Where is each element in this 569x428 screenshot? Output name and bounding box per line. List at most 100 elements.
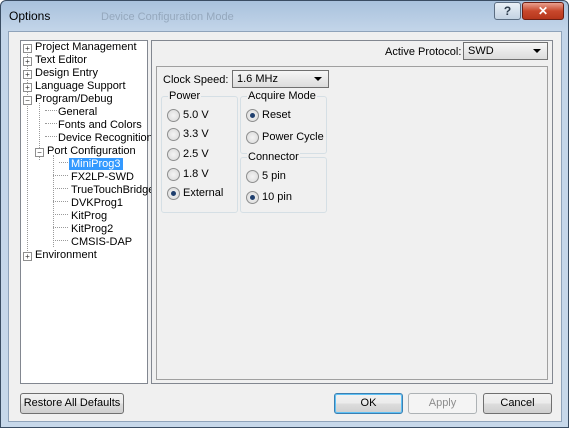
acquire-mode-group: Acquire Mode Reset Power Cycle [240,90,327,154]
connector-title: Connector [247,151,300,163]
radio-icon [246,170,259,183]
options-tree[interactable]: + Project Management + Text Editor + Des… [20,40,154,384]
window-title: Options [9,9,51,23]
help-icon: ? [503,4,512,18]
active-protocol-label: Active Protocol: [385,46,462,58]
dialog-client-area: + Project Management + Text Editor + Des… [8,31,562,422]
tree-item-label: DVKProg1 [71,197,123,209]
apply-button[interactable]: Apply [408,393,477,414]
chevron-down-icon [533,49,541,53]
radio-selected-icon [246,109,259,122]
tree-line [53,227,68,228]
tree-item-fx2lp-swd[interactable]: FX2LP-SWD [71,171,134,184]
restore-all-defaults-button[interactable]: Restore All Defaults [20,393,124,414]
tree-line [45,110,57,111]
tree-item-label: Environment [35,249,97,261]
tree-line [27,51,28,251]
radio-icon [167,128,180,141]
tree-item-label: Project Management [35,41,137,53]
clock-speed-value: 1.6 MHz [237,73,278,85]
tree-line [45,136,57,137]
cancel-button[interactable]: Cancel [483,393,552,414]
tree-line [53,188,68,189]
close-button[interactable]: ✕ [522,2,564,20]
expand-icon[interactable]: + [23,252,32,261]
tree-item-device-recognition[interactable]: Device Recognition [58,132,153,145]
radio-label: 5 pin [262,170,286,182]
clock-speed-select[interactable]: 1.6 MHz [232,70,329,88]
tree-line [59,162,68,163]
programmer-settings: Clock Speed: 1.6 MHz Power 5.0 V 3.3 V 2… [156,66,548,380]
tree-item-general[interactable]: General [58,106,97,119]
radio-label: Reset [262,109,291,121]
radio-selected-icon [167,187,180,200]
acquire-mode-title: Acquire Mode [247,90,317,102]
close-icon: ✕ [537,4,549,18]
tree-item-program-debug[interactable]: Program/Debug [35,93,113,106]
help-button[interactable]: ? [494,2,521,20]
tree-item-label: MiniProg3 [69,158,123,170]
tree-item-dvkprog1[interactable]: DVKProg1 [71,197,123,210]
tree-line [53,214,68,215]
clock-speed-label: Clock Speed: [163,74,229,86]
tree-item-label: Device Recognition [58,132,153,144]
collapse-icon[interactable]: − [23,96,32,105]
radio-icon [167,168,180,181]
radio-label: External [183,187,224,199]
expand-icon[interactable]: + [23,57,32,66]
radio-icon [246,131,259,144]
tree-item-label: Fonts and Colors [58,119,142,131]
radio-label: 5.0 V [183,109,209,121]
radio-label: 2.5 V [183,148,209,160]
power-group: Power 5.0 V 3.3 V 2.5 V 1.8 V External [161,90,238,213]
chevron-down-icon [314,77,322,81]
tree-item-project-management[interactable]: Project Management [35,41,137,54]
radio-icon [167,148,180,161]
tree-item-truetouchbridge[interactable]: TrueTouchBridge [71,184,154,197]
tree-line [53,175,68,176]
tree-item-label: KitProg [71,210,108,222]
tree-line [53,201,68,202]
tree-line [45,123,57,124]
tree-item-label: Program/Debug [35,93,113,105]
tree-item-label: General [58,106,98,118]
settings-panel: Active Protocol: SWD Clock Speed: 1.6 MH… [151,40,553,384]
tree-item-miniprog3[interactable]: MiniProg3 [69,158,123,171]
tree-item-design-entry[interactable]: Design Entry [35,67,98,80]
radio-label: 1.8 V [183,168,209,180]
expand-icon[interactable]: + [23,83,32,92]
tree-item-label: Language Support [35,80,126,92]
radio-icon [167,109,180,122]
power-group-title: Power [168,90,202,102]
background-window-title: Device Configuration Mode [101,11,234,23]
tree-item-label: Design Entry [35,67,98,79]
tree-item-label: Text Editor [35,54,87,66]
radio-label: 10 pin [262,191,292,203]
title-bar[interactable]: Options Device Configuration Mode ? ✕ [1,1,568,31]
ok-button[interactable]: OK [334,393,403,414]
tree-item-cmsis-dap[interactable]: CMSIS-DAP [71,236,132,249]
expand-icon[interactable]: + [23,44,32,53]
tree-item-environment[interactable]: Environment [35,249,97,262]
tree-item-port-configuration[interactable]: Port Configuration [47,145,136,158]
options-dialog: Options Device Configuration Mode ? ✕ + … [0,0,569,428]
expand-icon[interactable]: + [23,70,32,79]
connector-group: Connector 5 pin 10 pin [240,151,327,213]
tree-item-label: FX2LP-SWD [71,171,134,183]
tree-item-fonts-and-colors[interactable]: Fonts and Colors [58,119,142,132]
collapse-icon[interactable]: − [35,148,44,157]
active-protocol-value: SWD [468,45,494,57]
radio-selected-icon [246,191,259,204]
tree-item-language-support[interactable]: Language Support [35,80,126,93]
tree-item-kitprog2[interactable]: KitProg2 [71,223,113,236]
tree-item-label: Port Configuration [47,145,136,157]
tree-item-label: CMSIS-DAP [71,236,133,248]
tree-item-label: KitProg2 [71,223,114,235]
tree-item-text-editor[interactable]: Text Editor [35,54,87,67]
tree-line [53,240,68,241]
tree-item-label: TrueTouchBridge [71,184,155,196]
tree-item-kitprog[interactable]: KitProg [71,210,107,223]
radio-label: 3.3 V [183,128,209,140]
radio-label: Power Cycle [262,131,324,143]
active-protocol-select[interactable]: SWD [463,42,548,60]
